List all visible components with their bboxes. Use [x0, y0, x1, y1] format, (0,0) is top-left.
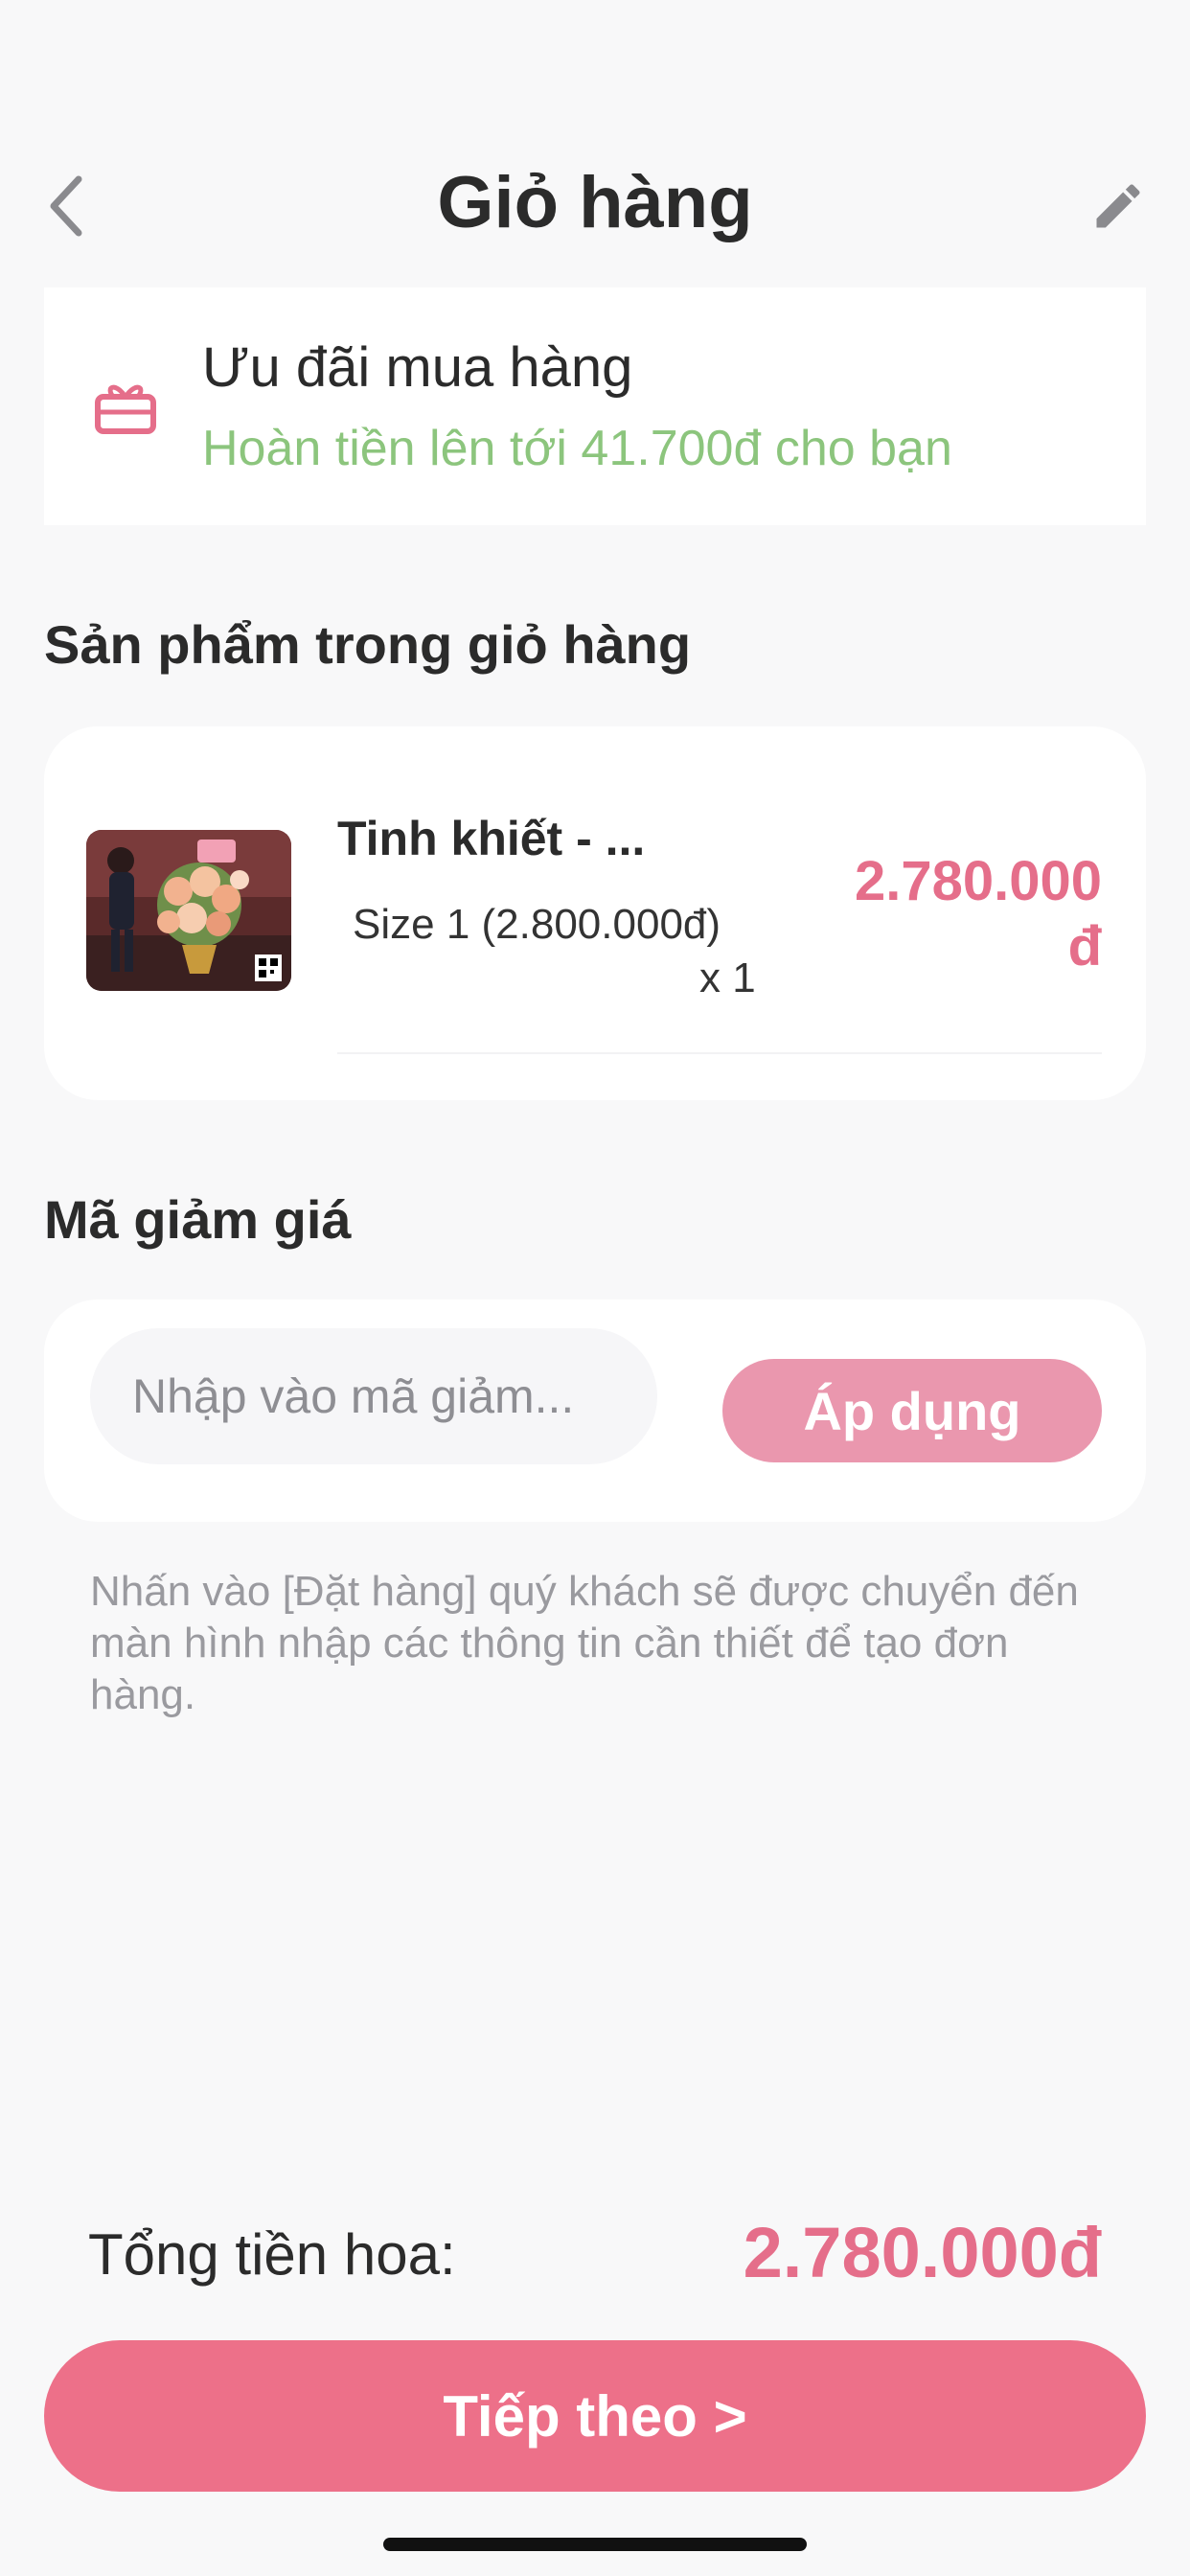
promo-subtitle: Hoàn tiền lên tới 41.700đ cho bạn	[202, 421, 952, 476]
edit-button[interactable]	[1085, 172, 1152, 240]
total-value: 2.780.000đ	[743, 2213, 1102, 2292]
total-label: Tổng tiền hoa:	[88, 2222, 456, 2287]
divider	[337, 1052, 1102, 1054]
home-indicator[interactable]	[383, 2538, 807, 2551]
gift-icon	[95, 384, 156, 434]
product-price-amount: 2.780.000	[854, 850, 1102, 912]
coupon-input[interactable]	[90, 1328, 657, 1464]
pencil-icon	[1096, 184, 1140, 228]
product-price: 2.780.000 đ	[776, 849, 1102, 979]
cart-section-title: Sản phẩm trong giỏ hàng	[44, 614, 692, 675]
cart-item-card[interactable]: Tinh khiết - ... Size 1 (2.800.000đ) x 1…	[44, 726, 1146, 1100]
product-price-currency: đ	[1067, 915, 1102, 978]
page-title: Giỏ hàng	[437, 162, 753, 243]
order-note: Nhấn vào [Đặt hàng] quý khách sẽ được ch…	[90, 1568, 1079, 1718]
promo-title: Ưu đãi mua hàng	[202, 336, 633, 399]
product-quantity: x 1	[699, 954, 756, 1001]
product-name: Tinh khiết - ...	[337, 812, 646, 865]
apply-coupon-button[interactable]: Áp dụng	[722, 1359, 1102, 1462]
product-thumbnail	[86, 830, 291, 991]
coupon-card: Áp dụng	[44, 1300, 1146, 1522]
coupon-section-title: Mã giảm giá	[44, 1189, 352, 1250]
next-button[interactable]: Tiếp theo >	[44, 2340, 1146, 2492]
product-size: Size 1 (2.800.000đ)	[353, 901, 721, 948]
promo-card[interactable]: Ưu đãi mua hàng Hoàn tiền lên tới 41.700…	[44, 288, 1146, 525]
